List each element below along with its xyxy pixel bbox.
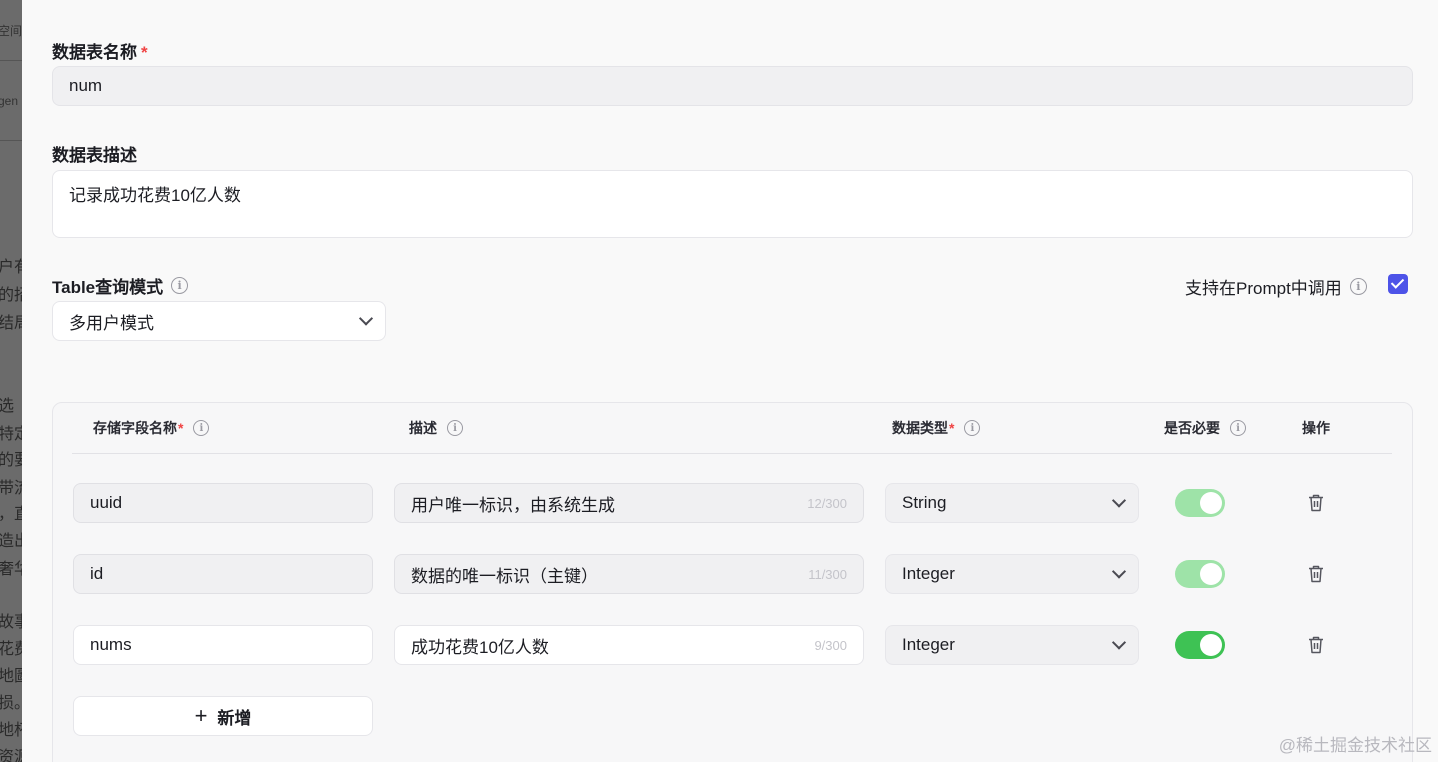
bg-text: 损。 [0, 695, 22, 712]
bg-text: gen [0, 94, 19, 108]
field-name-value: id [90, 564, 104, 583]
background-page: 空间 gen 户有 的招 结局 选 特定 的要 带流 ，直 造出 奢华 故事 花… [0, 0, 22, 762]
header-field-name: 存储字段名称 * i [93, 417, 210, 439]
add-field-label: 新增 [217, 708, 252, 728]
header-divider [72, 453, 1392, 454]
required-toggle[interactable] [1175, 560, 1225, 588]
chevron-down-icon [1111, 564, 1127, 579]
trash-icon[interactable] [1308, 494, 1324, 512]
bg-text: 造出 [0, 533, 22, 550]
field-type-value: String [902, 493, 947, 512]
field-name-input[interactable]: uuid [73, 483, 373, 523]
bg-text: 户有 [0, 259, 22, 276]
field-desc-value: 用户唯一标识，由系统生成 [411, 495, 615, 515]
bg-divider [0, 60, 22, 61]
bg-text: 的要 [0, 452, 22, 469]
info-icon[interactable]: i [193, 420, 210, 436]
trash-icon[interactable] [1308, 565, 1324, 583]
edit-table-modal: 数据表名称 * num 数据表描述 记录成功花费10亿人数 Table查询模式 i… [22, 0, 1438, 762]
char-counter: 11/300 [808, 566, 847, 582]
field-desc-input[interactable]: 用户唯一标识，由系统生成 12/300 [394, 483, 864, 523]
query-mode-label-text: Table查询模式 [52, 278, 164, 297]
required-mark: * [178, 420, 184, 436]
bg-text: 的招 [0, 287, 22, 304]
header-field-name-text: 存储字段名称 [93, 420, 177, 436]
field-desc-value: 成功花费10亿人数 [411, 637, 549, 657]
field-desc-value: 数据的唯一标识（主键） [411, 566, 598, 586]
field-type-select[interactable]: Integer [885, 554, 1139, 594]
add-field-button[interactable]: + 新增 [73, 696, 373, 736]
char-counter: 12/300 [807, 495, 847, 511]
field-name-input[interactable]: nums [73, 625, 373, 665]
bg-text: 特定 [0, 426, 22, 443]
info-icon[interactable]: i [1349, 278, 1367, 295]
header-actions: 操作 [1302, 420, 1330, 436]
table-name-input[interactable]: num [52, 66, 1413, 106]
bg-divider [0, 140, 22, 141]
query-mode-label: Table查询模式 i [52, 273, 189, 298]
field-type-value: Integer [902, 564, 955, 583]
bg-text: 选 [0, 398, 15, 415]
required-mark: * [949, 420, 955, 436]
prompt-support-checkbox[interactable] [1388, 274, 1408, 294]
header-required: 是否必要 i [1164, 417, 1246, 439]
header-data-type: 数据类型 * i [892, 417, 981, 439]
bg-text: 带流 [0, 480, 22, 497]
bg-text: 结局 [0, 315, 22, 332]
header-required-text: 是否必要 [1164, 420, 1220, 436]
info-icon[interactable]: i [447, 420, 463, 436]
char-counter: 9/300 [814, 637, 847, 653]
chevron-down-icon [358, 311, 374, 326]
field-desc-input[interactable]: 成功花费10亿人数 9/300 [394, 625, 864, 665]
info-icon[interactable]: i [1230, 420, 1246, 436]
bg-text: 花费 [0, 641, 22, 658]
chevron-down-icon [1111, 635, 1127, 650]
bg-text: 地圖 [0, 668, 22, 685]
prompt-support-label: 支持在Prompt中调用 [1185, 279, 1342, 298]
required-mark: * [141, 43, 148, 62]
table-desc-value: 记录成功花费10亿人数 [69, 186, 241, 205]
header-data-type-text: 数据类型 [892, 420, 948, 436]
table-name-label: 数据表名称 * [52, 38, 148, 63]
query-mode-value: 多用户模式 [69, 313, 154, 333]
header-description-text: 描述 [409, 420, 437, 436]
bg-text: 地杯 [0, 722, 22, 739]
plus-icon: + [194, 703, 208, 728]
required-toggle[interactable] [1175, 489, 1225, 517]
field-desc-input[interactable]: 数据的唯一标识（主键） 11/300 [394, 554, 864, 594]
field-type-select[interactable]: Integer [885, 625, 1139, 665]
table-desc-textarea[interactable]: 记录成功花费10亿人数 [52, 170, 1413, 238]
field-type-value: Integer [902, 635, 955, 654]
field-name-value: uuid [90, 493, 123, 512]
bg-text: 奢华 [0, 561, 22, 578]
trash-icon[interactable] [1308, 636, 1324, 654]
table-name-value: num [69, 76, 103, 95]
info-icon[interactable]: i [171, 277, 189, 294]
prompt-support-option: 支持在Prompt中调用 i [1185, 274, 1367, 299]
field-name-input[interactable]: id [73, 554, 373, 594]
table-name-label-text: 数据表名称 [52, 43, 137, 62]
bg-text: ，直 [0, 500, 22, 524]
bg-text: 空间 [0, 24, 22, 38]
header-description: 描述 i [409, 417, 463, 439]
field-type-select[interactable]: String [885, 483, 1139, 523]
table-desc-label: 数据表描述 [52, 146, 137, 165]
field-name-value: nums [90, 635, 132, 654]
bg-text: 资源 [0, 749, 22, 762]
chevron-down-icon [1111, 493, 1127, 508]
bg-text: 故事 [0, 614, 22, 631]
info-icon[interactable]: i [964, 420, 981, 436]
query-mode-select[interactable]: 多用户模式 [52, 301, 386, 341]
watermark: @稀土掘金技术社区 [1278, 736, 1432, 755]
required-toggle[interactable] [1175, 631, 1225, 659]
